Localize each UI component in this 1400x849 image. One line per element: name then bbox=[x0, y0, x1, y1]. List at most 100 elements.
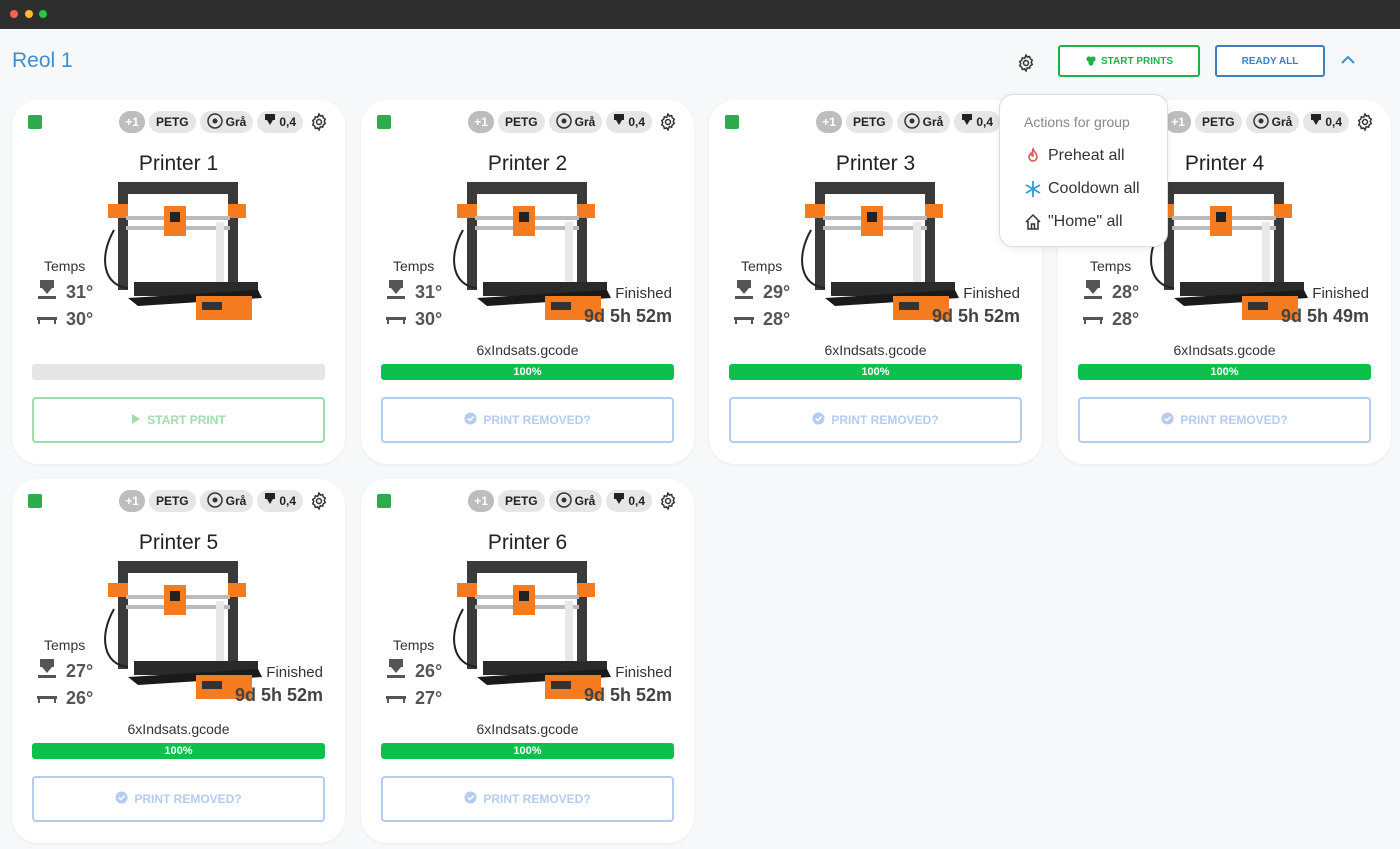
progress-bar: 100% bbox=[729, 364, 1022, 380]
color-chip[interactable]: Grå bbox=[896, 111, 951, 133]
status-indicator bbox=[28, 494, 42, 508]
gcode-filename: 6xIndsats.gcode bbox=[127, 721, 230, 737]
hotend-temp-value: 31° bbox=[66, 282, 94, 302]
color-chip-label: Grå bbox=[574, 494, 596, 508]
finished-label: Finished bbox=[615, 285, 672, 302]
color-chip[interactable]: Grå bbox=[548, 490, 603, 512]
maximize-window-dot[interactable] bbox=[39, 10, 47, 18]
printer-card: +1 PETG Grå 0,4 Printer 5 Temps 27° 26° Finished… bbox=[12, 479, 345, 843]
bed-temp-value: 30° bbox=[66, 309, 94, 329]
print-time: 9d 5h 52m bbox=[583, 685, 672, 705]
printer-settings-gear-icon[interactable] bbox=[658, 491, 678, 511]
nozzle-chip-label: 0,4 bbox=[628, 115, 645, 129]
bed-temp: 27° bbox=[385, 686, 442, 711]
nozzle-chip-label: 0,4 bbox=[1325, 115, 1342, 129]
check-circle-icon bbox=[464, 412, 477, 428]
print-removed-button[interactable]: PRINT REMOVED? bbox=[1078, 397, 1371, 443]
material-chip[interactable]: PETG bbox=[148, 111, 196, 133]
preheat-all-item[interactable]: Preheat all bbox=[1024, 147, 1125, 165]
status-indicator bbox=[377, 494, 391, 508]
nozzle-icon bbox=[264, 113, 276, 131]
print-removed-button[interactable]: PRINT REMOVED? bbox=[381, 776, 674, 822]
home-all-item[interactable]: "Home" all bbox=[1024, 213, 1123, 231]
dropdown-title: Actions for group bbox=[1024, 114, 1130, 130]
printer-card: +1 PETG Grå 0,4 Printer 3 Temps 29° 28° Finished… bbox=[709, 100, 1042, 464]
home-all-label: "Home" all bbox=[1048, 213, 1123, 230]
status-indicator bbox=[28, 115, 42, 129]
hotend-temp: 29° bbox=[733, 280, 790, 305]
extra-chip[interactable]: +1 bbox=[468, 490, 494, 512]
minimize-window-dot[interactable] bbox=[25, 10, 33, 18]
group-title: Reol 1 bbox=[12, 49, 73, 72]
printer-settings-gear-icon[interactable] bbox=[658, 112, 678, 132]
cooldown-all-item[interactable]: Cooldown all bbox=[1024, 180, 1140, 198]
material-chip[interactable]: PETG bbox=[148, 490, 196, 512]
material-chip[interactable]: PETG bbox=[497, 490, 545, 512]
nozzle-chip[interactable]: 0,4 bbox=[257, 490, 303, 512]
extra-chip[interactable]: +1 bbox=[119, 111, 145, 133]
bed-icon bbox=[36, 307, 58, 332]
close-window-dot[interactable] bbox=[10, 10, 18, 18]
nozzle-chip[interactable]: 0,4 bbox=[257, 111, 303, 133]
bed-temp-value: 28° bbox=[763, 309, 791, 329]
start-print-button[interactable]: START PRINT bbox=[32, 397, 325, 443]
color-chip[interactable]: Grå bbox=[1245, 111, 1300, 133]
extra-chip[interactable]: +1 bbox=[816, 111, 842, 133]
printer-settings-gear-icon[interactable] bbox=[309, 491, 329, 511]
nozzle-chip[interactable]: 0,4 bbox=[606, 111, 652, 133]
nozzle-icon bbox=[613, 113, 625, 131]
chip-row: +1 PETG Grå 0,4 bbox=[468, 490, 678, 512]
printer-name: Printer 2 bbox=[487, 152, 568, 175]
material-chip[interactable]: PETG bbox=[497, 111, 545, 133]
color-chip[interactable]: Grå bbox=[199, 111, 254, 133]
extra-chip[interactable]: +1 bbox=[1165, 111, 1191, 133]
home-icon bbox=[1025, 213, 1041, 230]
extra-chip[interactable]: +1 bbox=[468, 111, 494, 133]
chip-row: +1 PETG Grå 0,4 bbox=[1165, 111, 1375, 133]
progress-bar: 100% bbox=[381, 743, 674, 759]
nozzle-icon bbox=[961, 113, 973, 131]
bed-temp: 28° bbox=[733, 307, 790, 332]
start-prints-button[interactable]: START PRINTS bbox=[1058, 45, 1200, 77]
color-chip[interactable]: Grå bbox=[199, 490, 254, 512]
chip-row: +1 PETG Grå 0,4 bbox=[468, 111, 678, 133]
print-removed-label: PRINT REMOVED? bbox=[134, 792, 242, 806]
printer-settings-gear-icon[interactable] bbox=[309, 112, 329, 132]
material-chip[interactable]: PETG bbox=[845, 111, 893, 133]
print-time: 9d 5h 52m bbox=[583, 306, 672, 326]
bed-icon bbox=[385, 307, 407, 332]
printer-settings-gear-icon[interactable] bbox=[1355, 112, 1375, 132]
ready-all-button[interactable]: READY ALL bbox=[1215, 45, 1325, 77]
extra-chip[interactable]: +1 bbox=[119, 490, 145, 512]
collapse-chevron-up-icon[interactable] bbox=[1338, 50, 1358, 70]
print-removed-button[interactable]: PRINT REMOVED? bbox=[729, 397, 1022, 443]
nozzle-icon bbox=[264, 492, 276, 510]
temps-label: Temps bbox=[1090, 258, 1132, 274]
bed-temp: 30° bbox=[385, 307, 442, 332]
preheat-all-label: Preheat all bbox=[1048, 147, 1125, 164]
material-chip[interactable]: PETG bbox=[1194, 111, 1242, 133]
print-time: 9d 5h 52m bbox=[234, 685, 323, 705]
nozzle-chip[interactable]: 0,4 bbox=[1303, 111, 1349, 133]
progress-bar: 100% bbox=[32, 743, 325, 759]
printer-name: Printer 6 bbox=[487, 531, 568, 554]
spool-icon bbox=[555, 491, 572, 511]
bed-temp-value: 28° bbox=[1112, 309, 1140, 329]
group-settings-gear-icon[interactable] bbox=[1016, 53, 1036, 73]
printer-card: +1 PETG Grå 0,4 Printer 1 Temps 31° 30° START PR… bbox=[12, 100, 345, 464]
nozzle-chip-label: 0,4 bbox=[628, 494, 645, 508]
print-removed-button[interactable]: PRINT REMOVED? bbox=[32, 776, 325, 822]
bed-icon bbox=[1082, 307, 1104, 332]
printer-name: Printer 5 bbox=[138, 531, 219, 554]
progress-fill: 100% bbox=[381, 743, 674, 759]
nozzle-chip[interactable]: 0,4 bbox=[606, 490, 652, 512]
progress-fill: 100% bbox=[1078, 364, 1371, 380]
color-chip[interactable]: Grå bbox=[548, 111, 603, 133]
hotend-icon bbox=[385, 280, 407, 305]
nozzle-chip-label: 0,4 bbox=[279, 115, 296, 129]
nozzle-chip[interactable]: 0,4 bbox=[954, 111, 1000, 133]
nozzle-chip-label: 0,4 bbox=[279, 494, 296, 508]
print-removed-label: PRINT REMOVED? bbox=[1180, 413, 1288, 427]
print-removed-button[interactable]: PRINT REMOVED? bbox=[381, 397, 674, 443]
printer-card: +1 PETG Grå 0,4 Printer 6 Temps 26° 27° Finished… bbox=[361, 479, 694, 843]
